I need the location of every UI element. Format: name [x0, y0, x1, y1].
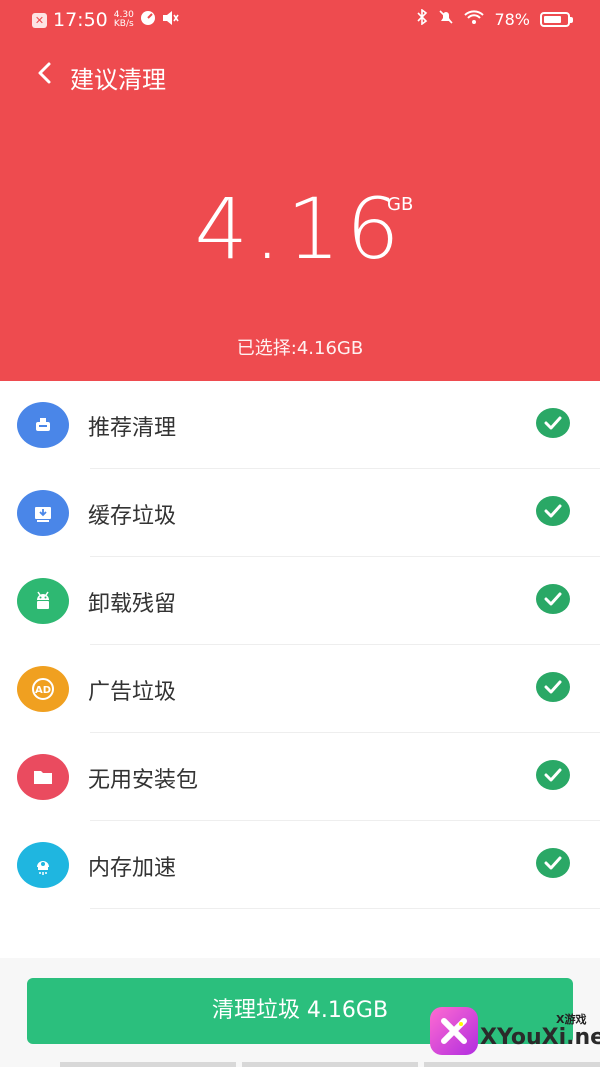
bluetooth-icon [416, 8, 428, 29]
battery-fill [544, 15, 562, 23]
svg-text:AD: AD [35, 685, 51, 696]
download-tray-icon [17, 490, 69, 536]
check-icon[interactable] [536, 584, 570, 614]
network-speed: 4.30 KB/s [114, 11, 134, 29]
list-item-cache[interactable]: 缓存垃圾 [0, 469, 600, 557]
category-list: 推荐清理 缓存垃圾 卸载残留 AD 广告垃圾 无用安装包 内存加速 [0, 381, 600, 909]
network-speed-unit: KB/s [113, 19, 134, 29]
list-item-label: 推荐清理 [88, 416, 177, 441]
status-bar: ✕ 17:50 4.30 KB/s 78% [0, 0, 600, 40]
gauge-icon [140, 10, 156, 30]
folder-icon [17, 754, 69, 800]
alarm-off-icon [438, 9, 454, 29]
battery-percent: 78% [494, 9, 530, 29]
ad-icon: AD [17, 666, 69, 712]
check-icon[interactable] [536, 672, 570, 702]
battery-icon [540, 11, 573, 27]
rocket-icon [17, 842, 69, 888]
list-item-label: 卸载残留 [88, 592, 177, 617]
title-bar: 建议清理 [0, 50, 600, 98]
status-time: 17:50 [53, 9, 108, 31]
list-item-label: 内存加速 [88, 856, 177, 881]
junk-size-value: 4.16 [194, 180, 406, 278]
chevron-left-icon [38, 62, 51, 84]
page-title: 建议清理 [70, 66, 166, 94]
list-item-uninstall-residue[interactable]: 卸载残留 [0, 557, 600, 645]
list-item-memory-boost[interactable]: 内存加速 [0, 821, 600, 909]
selected-summary: 已选择:4.16GB [236, 338, 364, 359]
back-button[interactable] [30, 58, 60, 88]
junk-size-unit: GB [387, 194, 414, 215]
wifi-icon [464, 9, 485, 29]
check-icon[interactable] [536, 496, 570, 526]
notification-x-icon: ✕ [32, 12, 47, 28]
list-item-label: 广告垃圾 [88, 680, 177, 705]
list-item-label: 缓存垃圾 [88, 504, 177, 529]
check-icon[interactable] [536, 408, 570, 438]
list-item-recommended[interactable]: 推荐清理 [0, 381, 600, 469]
gamepad-icon [430, 1007, 478, 1055]
junk-size-display: 4.16 GB [0, 180, 600, 278]
watermark-text: XYouXi.net [480, 1025, 600, 1050]
list-item-label: 无用安装包 [88, 768, 199, 793]
check-icon[interactable] [536, 848, 570, 878]
list-item-useless-apk[interactable]: 无用安装包 [0, 733, 600, 821]
watermark-logo: X游戏 XYouXi.net [428, 1003, 600, 1067]
broom-icon [17, 402, 69, 448]
check-icon[interactable] [536, 760, 570, 790]
list-item-ad-junk[interactable]: AD 广告垃圾 [0, 645, 600, 733]
header-banner: ✕ 17:50 4.30 KB/s 78% 建议清理 4.16 GB 已选择:4… [0, 0, 600, 381]
android-icon [17, 578, 69, 624]
volume-icon [162, 10, 180, 30]
